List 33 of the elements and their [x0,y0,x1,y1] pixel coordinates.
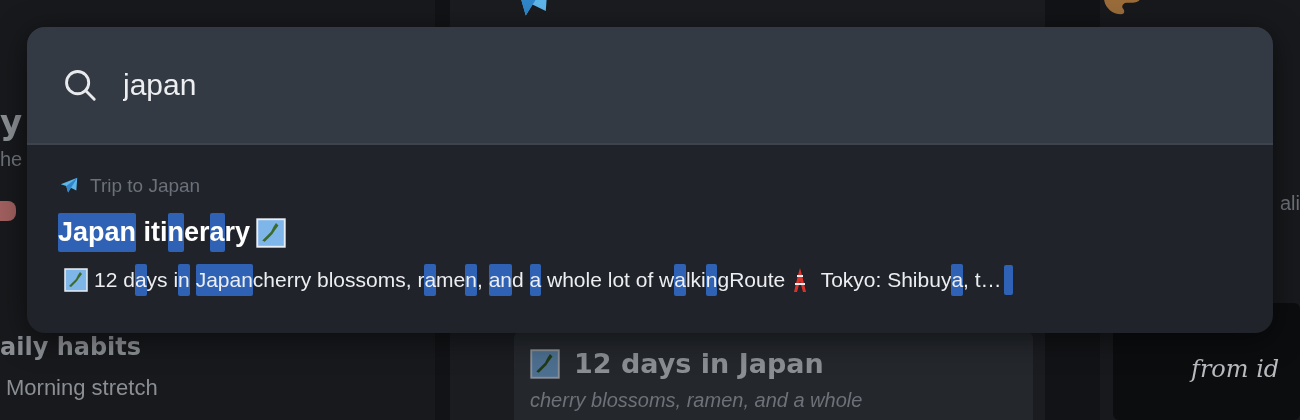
section-title: aily habits [0,333,143,361]
match-highlight: a [209,213,225,252]
match-highlight: n [167,213,185,252]
match-highlight: Japan [58,213,137,252]
match-highlight: a [529,264,542,296]
text-part: gRoute [717,268,786,292]
card-body: cherry blossoms, ramen, and a whole [530,389,864,411]
text-part: Tokyo: Shibuy [819,268,952,292]
match-highlight: a [951,264,964,296]
heading-text: y [0,102,23,142]
subtitle-text: ali [1280,192,1300,215]
handwritten-text: from id [1191,355,1281,383]
match-highlight: a [674,264,686,296]
text-part: , t… [963,268,1002,292]
text-part: er [184,217,210,248]
text-part: iti [142,217,168,248]
match-highlight: n [465,264,477,296]
match-highlight: n [178,264,190,296]
text-part: me [436,268,466,292]
subtitle-text: he [0,148,24,171]
text-part: , [476,268,484,292]
match-highlight: a [134,264,147,296]
text-part: 12 d [94,268,135,292]
text-part: whole lot of w [546,268,675,292]
text-part: cherry blossoms, r [252,268,425,292]
match-highlight: Japan [195,264,253,296]
match-highlight: n [705,264,718,296]
breadcrumb-text: Trip to Japan [90,175,201,197]
card-title: 12 days in Japan [574,348,824,379]
task-text: Morning stretch [6,375,159,401]
match-highlight: a [424,264,437,296]
match-highlight: an [488,264,512,296]
text-part: d [512,268,525,292]
